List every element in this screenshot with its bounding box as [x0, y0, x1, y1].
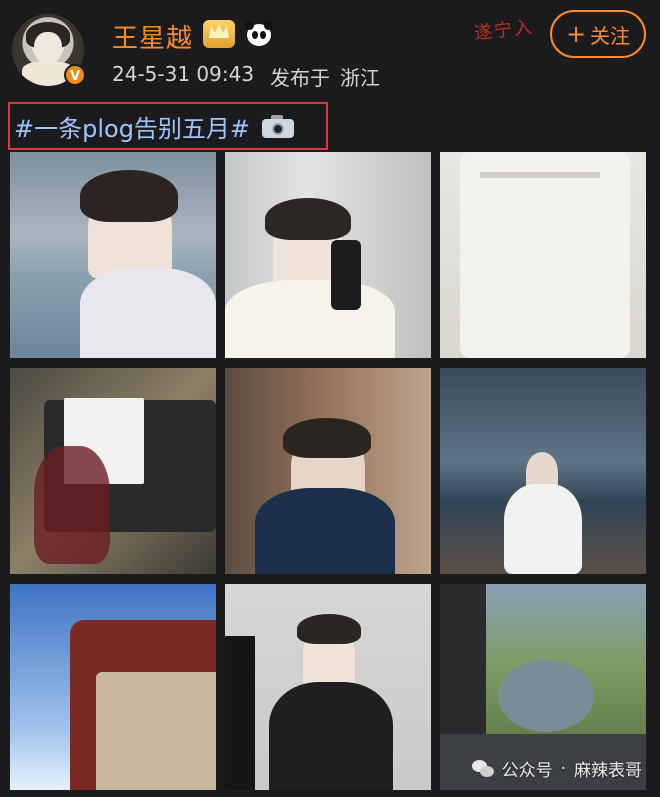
post-location: 发布于 浙江: [270, 62, 380, 91]
post-timestamp: 24-5-31 09:43: [112, 62, 255, 86]
post-hashtag[interactable]: #一条plog告别五月#: [14, 109, 250, 144]
watermark-footer: 公众号 · 麻辣表哥: [471, 756, 642, 781]
username[interactable]: 王星越: [112, 18, 193, 55]
photo-8[interactable]: [225, 584, 431, 790]
wechat-icon: [471, 759, 494, 778]
post-header: V 王星越 24-5-31 09:43 发布于 浙江 遂宁入 + 关注: [0, 0, 660, 100]
avatar-face: [34, 32, 62, 64]
photo-1[interactable]: [10, 152, 216, 358]
verified-badge: V: [64, 64, 86, 86]
watermark-name: 麻辣表哥: [574, 761, 642, 781]
location-label: 发布于: [270, 66, 330, 90]
photo-5[interactable]: [225, 368, 431, 574]
plus-icon: +: [565, 20, 587, 48]
photo-2[interactable]: [225, 152, 431, 358]
user-badges: [203, 18, 273, 50]
crown-icon[interactable]: [203, 20, 235, 48]
photo-grid: [10, 152, 650, 797]
background-text: 遂宁入: [473, 16, 536, 45]
photo-4[interactable]: [10, 368, 216, 574]
camera-icon: [262, 114, 295, 138]
photo-7[interactable]: [10, 584, 216, 790]
follow-button-label: 关注: [590, 23, 631, 48]
photo-3[interactable]: [440, 152, 646, 358]
location-value: 浙江: [340, 66, 380, 90]
hashtag-highlight-box: #一条plog告别五月#: [8, 102, 328, 150]
photo-6[interactable]: [440, 368, 646, 574]
watermark-prefix: 公众号: [501, 761, 553, 781]
follow-button[interactable]: + 关注: [550, 10, 646, 58]
watermark-separator: ·: [560, 758, 566, 779]
panda-icon[interactable]: [245, 20, 273, 48]
